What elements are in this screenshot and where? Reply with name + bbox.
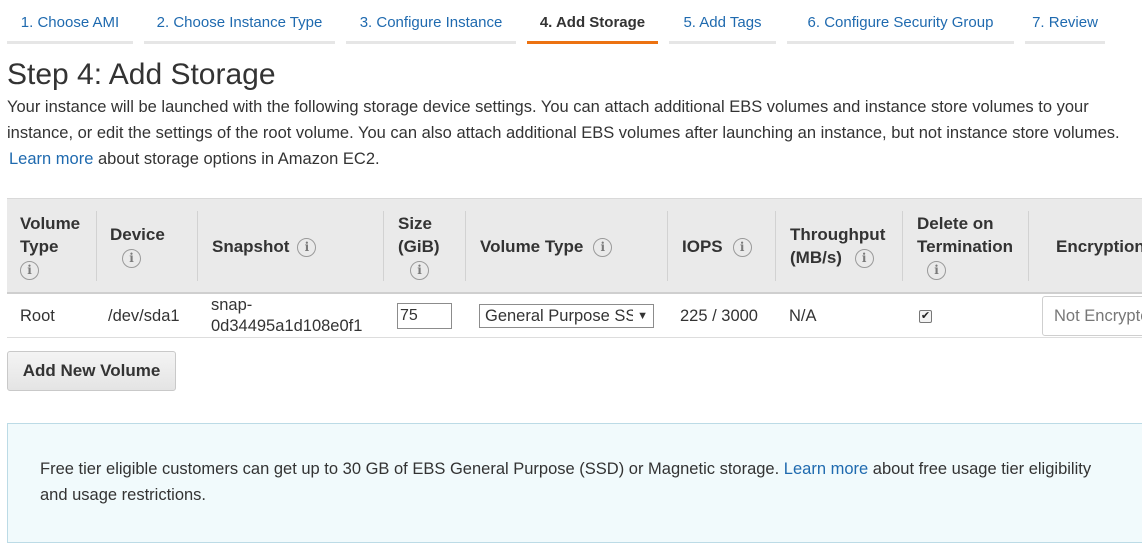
header-throughput: Throughput (MB/s) i <box>776 199 903 293</box>
step-add-tags[interactable]: 5. Add Tags <box>669 0 776 44</box>
cell-iops: 225 / 3000 <box>680 306 758 325</box>
header-iops: IOPS i <box>668 199 776 293</box>
info-text: Free tier eligible customers can get up … <box>40 460 780 478</box>
header-snapshot-label: Snapshot <box>212 236 290 256</box>
page-title: Step 4: Add Storage <box>7 58 276 91</box>
step-review[interactable]: 7. Review <box>1025 0 1105 44</box>
header-throughput-label-2: (MB/s) <box>790 248 842 267</box>
add-new-volume-button[interactable]: Add New Volume <box>7 351 176 391</box>
header-size-label-1: Size <box>398 213 433 233</box>
cell-delete-on-termination: ✔ <box>919 294 932 338</box>
step-choose-instance-type[interactable]: 2. Choose Instance Type <box>144 0 335 44</box>
info-text-after: about free usage tier eligibility <box>872 460 1092 478</box>
free-tier-info-box: Free tier eligible customers can get up … <box>7 423 1142 543</box>
info-line-2: and usage restrictions. <box>40 486 207 504</box>
description-line-3-text: about storage options in Amazon EC2. <box>97 150 380 168</box>
header-iops-label: IOPS <box>682 236 723 256</box>
info-line-1: Free tier eligible customers can get up … <box>40 456 1142 482</box>
volume-type-select[interactable]: General Purpose SSD (gp2) ▼ <box>479 304 654 328</box>
snapshot-id-line-2: 0d34495a1d108e0f1 <box>211 317 363 335</box>
header-device-label: Device <box>110 225 165 244</box>
cell-volume-type: Root <box>20 306 55 325</box>
info-icon[interactable]: i <box>297 237 317 257</box>
info-icon[interactable]: i <box>593 237 613 257</box>
volume-type-select-value: General Purpose SSD (gp2) <box>485 306 633 325</box>
description-line-1: Your instance will be launched with the … <box>7 98 1089 116</box>
header-encryption: Encryption <box>1029 199 1142 293</box>
table-row: Root /dev/sda1 snap- 0d34495a1d108e0f1 G… <box>7 294 1142 338</box>
step-configure-security-group[interactable]: 6. Configure Security Group <box>787 0 1014 44</box>
cell-throughput: N/A <box>789 306 817 325</box>
cell-ebs-volume-type: General Purpose SSD (gp2) ▼ <box>479 294 654 338</box>
storage-table: Volume Type i Device i Snapshot i Size (… <box>7 198 1142 338</box>
header-device: Device i <box>96 199 198 293</box>
cell-size <box>397 294 452 338</box>
header-ebs-volume-type-label: Volume Type <box>480 236 584 256</box>
encryption-field[interactable]: Not Encrypted <box>1042 296 1142 336</box>
cell-snapshot: snap- 0d34495a1d108e0f1 <box>211 294 362 338</box>
cell-encryption: Not Encrypted <box>1042 294 1142 338</box>
step-choose-ami[interactable]: 1. Choose AMI <box>7 0 133 44</box>
header-volume-type-label-1: Volume <box>20 213 81 233</box>
info-icon[interactable]: i <box>927 260 946 280</box>
info-icon[interactable]: i <box>854 249 874 269</box>
header-size-label-2: (GiB) <box>398 236 440 256</box>
step-configure-instance[interactable]: 3. Configure Instance <box>346 0 516 44</box>
header-throughput-label-1: Throughput <box>790 225 886 244</box>
header-encryption-label: Encryption <box>1056 236 1142 256</box>
learn-more-storage-link[interactable]: Learn more <box>9 150 93 168</box>
header-delete-on-termination: Delete on Termination i <box>903 199 1029 293</box>
delete-on-termination-checkbox[interactable]: ✔ <box>919 309 932 323</box>
header-size: Size (GiB) i <box>384 199 466 293</box>
description-line-3: Learn more about storage options in Amaz… <box>7 146 1142 172</box>
snapshot-id-line-1: snap- <box>211 296 253 314</box>
learn-more-free-tier-link[interactable]: Learn more <box>784 460 868 478</box>
description-line-2: instance, or edit the settings of the ro… <box>7 124 1120 142</box>
page-description: Your instance will be launched with the … <box>7 94 1142 172</box>
header-snapshot: Snapshot i <box>198 199 384 293</box>
table-header: Volume Type i Device i Snapshot i Size (… <box>7 198 1142 294</box>
info-icon[interactable]: i <box>122 249 141 269</box>
size-input[interactable] <box>397 303 452 329</box>
info-icon[interactable]: i <box>732 237 752 257</box>
header-volume-type: Volume Type i <box>20 199 97 293</box>
header-delete-label-1: Delete on <box>917 213 994 233</box>
cell-device: /dev/sda1 <box>108 306 180 325</box>
info-icon[interactable]: i <box>20 260 39 280</box>
wizard-steps: 1. Choose AMI 2. Choose Instance Type 3.… <box>0 0 1142 44</box>
header-ebs-volume-type: Volume Type i <box>466 199 668 293</box>
header-delete-label-2: Termination <box>917 236 1014 256</box>
header-volume-type-label-2: Type <box>20 236 59 256</box>
info-icon[interactable]: i <box>410 260 429 280</box>
dropdown-arrow-icon: ▼ <box>637 310 648 322</box>
step-add-storage[interactable]: 4. Add Storage <box>527 0 658 44</box>
